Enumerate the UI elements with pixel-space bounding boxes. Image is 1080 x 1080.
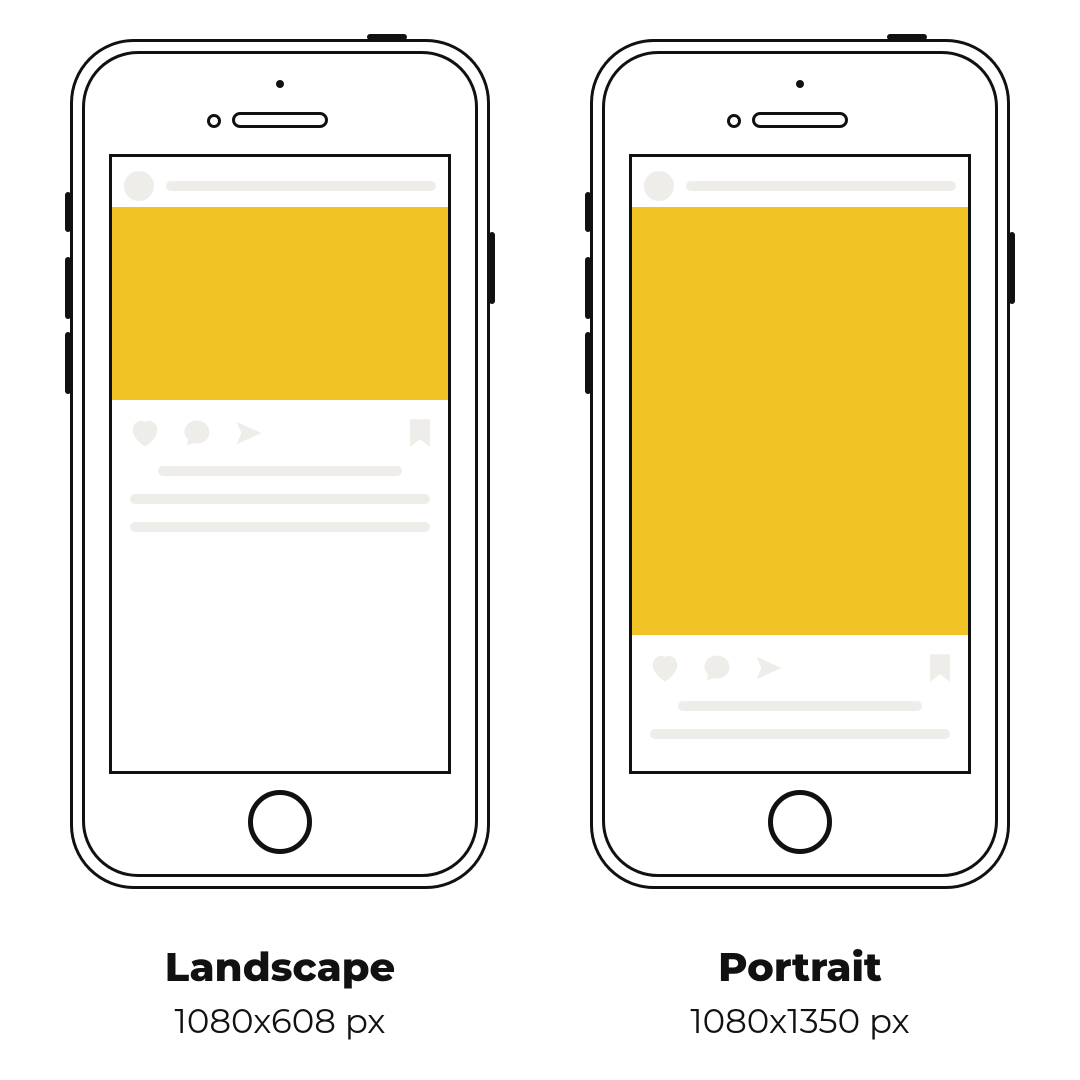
bookmark-icon xyxy=(408,418,432,448)
post-action-bar xyxy=(112,400,448,456)
comment-icon xyxy=(180,418,214,448)
portrait-column: Portrait 1080x1350 px xyxy=(590,39,1010,1042)
bookmark-icon xyxy=(928,653,952,683)
caption-line-3 xyxy=(130,522,430,532)
caption-line-2 xyxy=(130,494,430,504)
earpiece-speaker-icon xyxy=(232,112,328,128)
headphone-jack-icon xyxy=(887,34,927,40)
power-button-icon xyxy=(489,232,495,304)
username-placeholder xyxy=(166,181,436,191)
avatar-placeholder-icon xyxy=(644,171,674,201)
mute-switch-icon xyxy=(65,192,71,232)
post-caption xyxy=(632,691,968,739)
post-header xyxy=(632,157,968,207)
heart-icon xyxy=(648,653,682,683)
landscape-column: Landscape 1080x608 px xyxy=(70,39,490,1042)
post-header xyxy=(112,157,448,207)
phone-frame-portrait xyxy=(590,39,1010,889)
earpiece-speaker-icon xyxy=(752,112,848,128)
avatar-placeholder-icon xyxy=(124,171,154,201)
volume-down-button-icon xyxy=(585,332,591,394)
phone-frame-landscape xyxy=(70,39,490,889)
home-button-icon xyxy=(248,790,312,854)
front-camera-icon xyxy=(276,80,284,88)
landscape-label-title: Landscape xyxy=(165,943,395,992)
phone-screen xyxy=(629,154,971,774)
volume-up-button-icon xyxy=(585,257,591,319)
caption-line-2 xyxy=(650,729,950,739)
landscape-label-dimensions: 1080x608 px xyxy=(175,1000,386,1042)
caption-line-1 xyxy=(158,466,402,476)
mockup-row: Landscape 1080x608 px xyxy=(0,39,1080,1042)
post-image-landscape xyxy=(112,207,448,400)
portrait-label-title: Portrait xyxy=(718,943,882,992)
phone-body xyxy=(602,51,998,877)
send-icon xyxy=(232,418,266,448)
volume-down-button-icon xyxy=(65,332,71,394)
headphone-jack-icon xyxy=(367,34,407,40)
mute-switch-icon xyxy=(585,192,591,232)
caption-line-1 xyxy=(678,701,922,711)
home-button-icon xyxy=(768,790,832,854)
post-action-bar xyxy=(632,635,968,691)
comment-icon xyxy=(700,653,734,683)
post-image-portrait xyxy=(632,207,968,635)
phone-body xyxy=(82,51,478,877)
volume-up-button-icon xyxy=(65,257,71,319)
front-camera-icon xyxy=(796,80,804,88)
portrait-label-dimensions: 1080x1350 px xyxy=(690,1000,909,1042)
phone-screen xyxy=(109,154,451,774)
username-placeholder xyxy=(686,181,956,191)
send-icon xyxy=(752,653,786,683)
proximity-sensor-icon xyxy=(727,114,741,128)
heart-icon xyxy=(128,418,162,448)
post-caption xyxy=(112,456,448,532)
power-button-icon xyxy=(1009,232,1015,304)
proximity-sensor-icon xyxy=(207,114,221,128)
